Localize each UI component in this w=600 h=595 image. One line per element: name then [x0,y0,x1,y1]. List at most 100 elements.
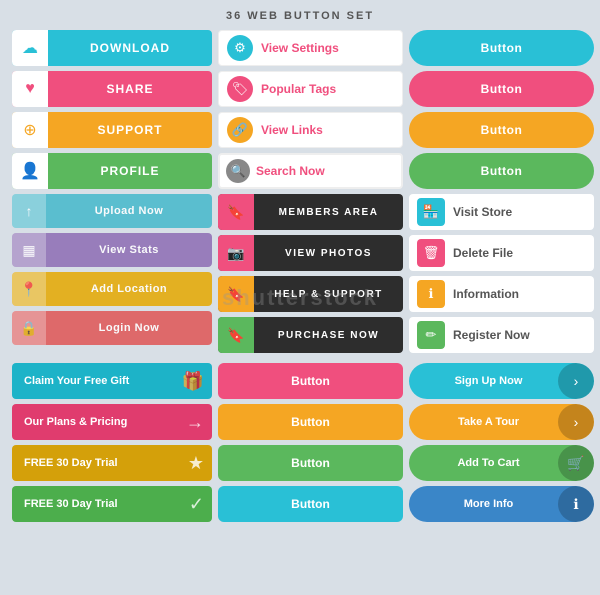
button-rect-4[interactable]: Button [218,486,403,522]
lock-icon: 🔒 [12,311,46,345]
planspricing-button[interactable]: Our Plans & Pricing → [12,404,212,440]
registernow-button[interactable]: ✏ Register Now [409,317,594,353]
store-icon: 🏪 [417,198,445,226]
addtocart-button[interactable]: Add To Cart 🛒 [409,445,594,481]
searchnow-label: Search Now [256,164,325,178]
searchnow-button[interactable]: 🔍 Search Now [218,153,403,189]
button-pill-1[interactable]: Button [409,30,594,66]
addlocation-label: Add Location [46,283,212,295]
login-button[interactable]: 🔒 Login Now [12,311,212,345]
trash-icon: 🗑 [417,239,445,267]
button-rect-2-label: Button [291,415,330,429]
location-icon: 📍 [12,272,46,306]
purchasenow-label: PURCHASE NOW [254,330,403,341]
col3-bottom: Sign Up Now › Take A Tour › Add To Cart … [409,363,594,522]
tour-arrow-icon: › [558,404,594,440]
col2-bottom: Button Button Button Button [218,363,403,522]
col1-bottom: Claim Your Free Gift 🎁 Our Plans & Prici… [12,363,212,522]
button-pill-2-label: Button [481,82,523,96]
freetrial1-button[interactable]: FREE 30 Day Trial ★ [12,445,212,481]
share-button[interactable]: ♥ SHARE [12,71,212,107]
cloud-icon: ☁ [12,30,48,66]
bottom-grid: Claim Your Free Gift 🎁 Our Plans & Prici… [0,363,600,532]
viewlinks-label: View Links [261,123,323,137]
moreinfo-icon: ℹ [558,486,594,522]
profile-icon: 👤 [12,153,48,189]
moreinfo-label: More Info [409,498,558,510]
freetrial2-button[interactable]: FREE 30 Day Trial ✓ [12,486,212,522]
information-label: Information [453,287,519,301]
helpsupport-label: HELP & SUPPORT [254,289,403,300]
purchasenow-button[interactable]: 🔖 PURCHASE NOW [218,317,403,353]
purchase-icon: 🔖 [218,317,254,353]
login-label: Login Now [46,322,212,334]
viewlinks-button[interactable]: 🔗 View Links [218,112,403,148]
deletefile-label: Delete File [453,246,513,260]
page-title: 36 WEB BUTTON SET [0,0,600,30]
signup-arrow-icon: › [558,363,594,399]
button-pill-2[interactable]: Button [409,71,594,107]
profile-button[interactable]: 👤 PROFILE [12,153,212,189]
signup-button[interactable]: Sign Up Now › [409,363,594,399]
button-rect-2[interactable]: Button [218,404,403,440]
signup-label: Sign Up Now [409,375,558,387]
col1-flat-buttons: ☁ DOWNLOAD ♥ SHARE ⊕ SUPPORT 👤 PROFILE ↑… [12,30,212,353]
viewsettings-button[interactable]: ⚙ View Settings [218,30,403,66]
download-label: DOWNLOAD [48,41,212,55]
photos-icon: 📷 [218,235,254,271]
helpsupport-button[interactable]: 🔖 HELP & SUPPORT [218,276,403,312]
button-rect-4-label: Button [291,497,330,511]
viewstats-button[interactable]: ▦ View Stats [12,233,212,267]
deletefile-button[interactable]: 🗑 Delete File [409,235,594,271]
freetrial2-label: FREE 30 Day Trial [24,498,189,510]
button-pill-3[interactable]: Button [409,112,594,148]
download-button[interactable]: ☁ DOWNLOAD [12,30,212,66]
addlocation-button[interactable]: 📍 Add Location [12,272,212,306]
help-icon: 🔖 [218,276,254,312]
membersarea-label: MEMBERS AREA [254,207,403,218]
tour-label: Take A Tour [409,416,558,428]
information-button[interactable]: ℹ Information [409,276,594,312]
button-pill-3-label: Button [481,123,523,137]
info-icon: ℹ [417,280,445,308]
profile-label: PROFILE [48,164,212,178]
membersarea-button[interactable]: 🔖 MEMBERS AREA [218,194,403,230]
support-button[interactable]: ⊕ SUPPORT [12,112,212,148]
tags-icon: 🏷 [227,76,253,102]
populartags-button[interactable]: 🏷 Popular Tags [218,71,403,107]
addtocart-label: Add To Cart [409,457,558,469]
check-icon: ✓ [189,494,204,515]
button-pill-4-label: Button [481,164,523,178]
support-icon: ⊕ [12,112,48,148]
heart-icon: ♥ [12,71,48,107]
gift-icon: 🎁 [182,371,204,392]
members-icon: 🔖 [218,194,254,230]
button-rect-1-label: Button [291,374,330,388]
upload-label: Upload Now [46,205,212,217]
button-pill-1-label: Button [481,41,523,55]
button-pill-4[interactable]: Button [409,153,594,189]
col2-card-buttons: ⚙ View Settings 🏷 Popular Tags 🔗 View Li… [218,30,403,353]
claimgift-button[interactable]: Claim Your Free Gift 🎁 [12,363,212,399]
planspricing-label: Our Plans & Pricing [24,416,186,428]
upload-button[interactable]: ↑ Upload Now [12,194,212,228]
search-icon: 🔍 [226,159,250,183]
upload-icon: ↑ [12,194,46,228]
button-rect-1[interactable]: Button [218,363,403,399]
button-rect-3-label: Button [291,456,330,470]
viewstats-label: View Stats [46,244,212,256]
settings-icon: ⚙ [227,35,253,61]
registernow-label: Register Now [453,328,530,342]
main-grid: ☁ DOWNLOAD ♥ SHARE ⊕ SUPPORT 👤 PROFILE ↑… [0,30,600,363]
claimgift-label: Claim Your Free Gift [24,375,182,387]
viewphotos-button[interactable]: 📷 VIEW PHOTOS [218,235,403,271]
tour-button[interactable]: Take A Tour › [409,404,594,440]
star-icon: ★ [188,453,204,474]
support-label: SUPPORT [48,123,212,137]
moreinfo-button[interactable]: More Info ℹ [409,486,594,522]
visitstore-label: Visit Store [453,205,512,219]
button-rect-3[interactable]: Button [218,445,403,481]
viewsettings-label: View Settings [261,41,339,55]
arrow-icon: → [186,412,204,433]
visitstore-button[interactable]: 🏪 Visit Store [409,194,594,230]
